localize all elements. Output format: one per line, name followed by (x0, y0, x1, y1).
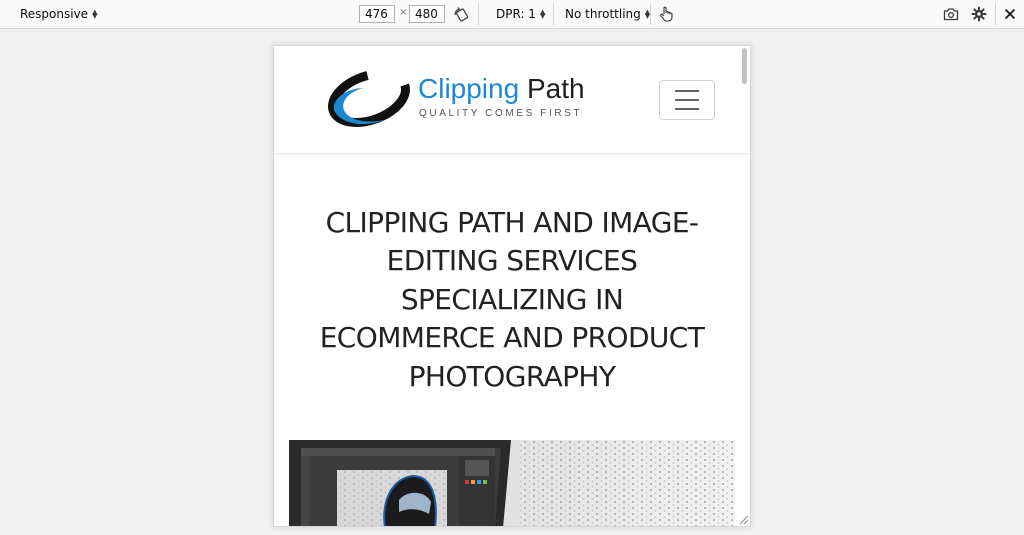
page-scrollbar[interactable] (742, 48, 747, 84)
updown-icon: ▲ ▼ (92, 8, 98, 20)
toolbar-divider (553, 3, 554, 25)
touch-simulation-icon[interactable] (657, 5, 675, 23)
updown-icon: ▲ ▼ (539, 8, 546, 20)
hero-image (289, 440, 735, 526)
rotate-device-icon[interactable] (452, 5, 470, 23)
logo-word-path: Path (526, 73, 585, 104)
toolbar-divider (478, 3, 479, 25)
device-viewport: Clipping Path QUALITY COMES FIRST CLIPPI… (273, 45, 751, 527)
gear-icon[interactable] (970, 5, 988, 23)
close-icon[interactable] (1001, 5, 1019, 23)
resize-grip-icon[interactable] (737, 513, 749, 525)
logo-swirl-icon[interactable] (326, 66, 410, 130)
toolbar-divider (995, 3, 996, 25)
viewport-height-input[interactable]: 480 (409, 5, 445, 23)
viewport-width-input[interactable]: 476 (359, 5, 395, 23)
responsive-toolbar: Responsive ▲ ▼ 476 × 480 DPR: 1 ▲ ▼ No thr… (0, 0, 1024, 29)
dimension-separator: × (399, 7, 408, 18)
hamburger-icon (675, 90, 699, 92)
hamburger-icon (675, 99, 699, 101)
hamburger-icon (675, 108, 699, 110)
site-header: Clipping Path QUALITY COMES FIRST (274, 46, 750, 154)
device-selector[interactable]: Responsive ▲ ▼ (20, 0, 97, 28)
throttling-label: No throttling (565, 7, 641, 21)
menu-toggle-button[interactable] (659, 80, 715, 120)
camera-icon[interactable] (942, 5, 960, 23)
throttling-selector[interactable]: No throttling ▲ ▼ (565, 0, 650, 28)
hero-title: CLIPPING PATH AND IMAGE-EDITING SERVICES… (319, 206, 705, 393)
logo-wordmark[interactable]: Clipping Path (418, 74, 585, 104)
toolbar-divider (650, 3, 651, 25)
dpr-selector[interactable]: DPR: 1 ▲ ▼ (496, 0, 545, 28)
logo-tagline: QUALITY COMES FIRST (419, 108, 583, 119)
device-selector-label: Responsive (20, 7, 89, 21)
logo-word-clipping: Clipping (418, 73, 520, 104)
dpr-label: DPR: 1 (496, 7, 536, 21)
